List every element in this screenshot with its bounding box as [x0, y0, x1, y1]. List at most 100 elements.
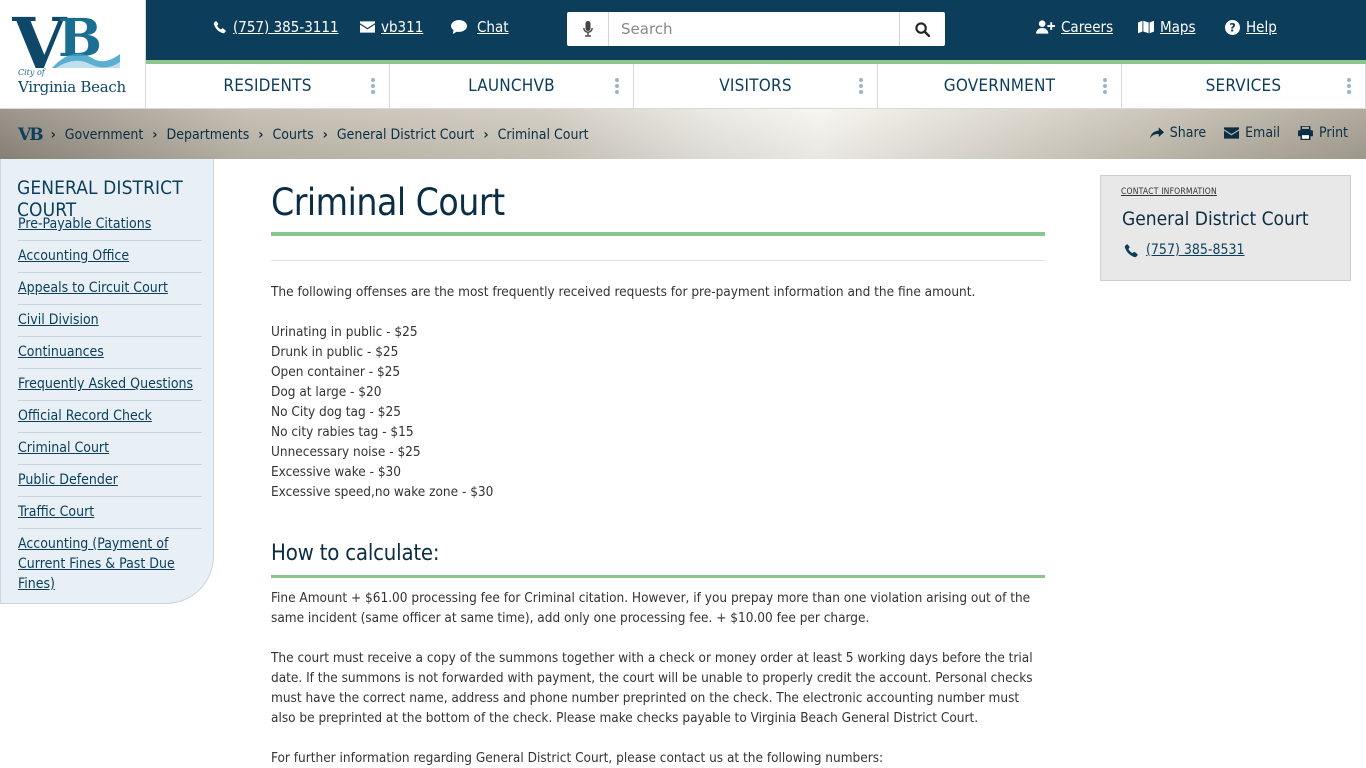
contact-card: CONTACT INFORMATION General District Cou…: [1100, 175, 1351, 281]
nav-item-services[interactable]: SERVICES: [1122, 64, 1366, 108]
maps-link-label: Maps: [1160, 18, 1196, 36]
envelope-icon: [1224, 127, 1240, 139]
payment-requirements-paragraph: The court must receive a copy of the sum…: [271, 650, 1033, 726]
envelope-icon: [360, 21, 375, 33]
sidebar-item-criminal-court[interactable]: Criminal Court: [18, 433, 202, 465]
breadcrumb-courts[interactable]: Courts: [273, 127, 314, 143]
share-button-label: Share: [1169, 125, 1207, 141]
section-sidebar: GENERAL DISTRICT COURT Pre-Payable Citat…: [0, 159, 214, 604]
sidebar-item-accounting-office[interactable]: Accounting Office: [18, 241, 202, 273]
breadcrumb-general-district-court[interactable]: General District Court: [337, 127, 474, 143]
sidebar-item-continuances[interactable]: Continuances: [18, 337, 202, 369]
chat-link-label: Chat: [477, 18, 509, 36]
sidebar-item-label: Civil Division: [18, 312, 99, 328]
sidebar-item-label: Frequently Asked Questions: [18, 376, 194, 392]
careers-link-label: Careers: [1061, 18, 1114, 36]
list-item: No City dog tag - $25: [271, 404, 401, 420]
nav-item-label: RESIDENTS: [223, 76, 312, 96]
intro-paragraph: The following offenses are the most freq…: [271, 284, 976, 300]
chat-bubble-icon: [451, 20, 467, 34]
list-item: Drunk in public - $25: [271, 344, 399, 360]
help-link[interactable]: ? Help: [1225, 18, 1277, 36]
phone-icon: [213, 21, 226, 34]
question-circle-icon: ?: [1225, 19, 1240, 35]
search-input[interactable]: [609, 12, 899, 46]
offense-list: Urinating in public - $25 Drunk in publi…: [271, 322, 1045, 502]
sidebar-item-public-defender[interactable]: Public Defender: [18, 465, 202, 497]
sidebar-item-label: Accounting Office: [18, 248, 130, 264]
search-icon: [915, 21, 930, 37]
voice-search-button[interactable]: [567, 12, 609, 46]
maps-link[interactable]: Maps: [1138, 18, 1196, 36]
contact-name: General District Court: [1122, 208, 1309, 230]
phone-link-label: (757) 385-3111: [233, 18, 339, 36]
contact-card-label[interactable]: CONTACT INFORMATION: [1121, 187, 1217, 197]
sidebar-item-label: Appeals to Circuit Court: [18, 280, 168, 296]
sidebar-item-appeals[interactable]: Appeals to Circuit Court: [18, 273, 202, 305]
site-logo[interactable]: V B City of Virginia Beach: [0, 0, 146, 109]
sidebar-menu: Pre-Payable Citations Accounting Office …: [18, 209, 202, 600]
contact-phone-number: (757) 385-8531: [1146, 242, 1245, 258]
chevron-right-icon: ›: [258, 127, 264, 143]
list-item: No city rabies tag - $15: [271, 424, 414, 440]
nav-item-visitors[interactable]: VISITORS: [634, 64, 878, 108]
chevron-right-icon: ›: [483, 127, 489, 143]
kebab-menu-icon[interactable]: [371, 78, 375, 94]
email-page-button[interactable]: Email: [1224, 125, 1280, 141]
home-crumb-logo[interactable]: VB: [18, 125, 44, 145]
breadcrumb: VB › Government › Departments › Courts ›…: [18, 125, 589, 145]
sidebar-item-accounting-payment[interactable]: Accounting (Payment of Current Fines & P…: [18, 529, 202, 600]
sidebar-item-label: Traffic Court: [18, 504, 95, 520]
nav-item-label: VISITORS: [719, 76, 792, 96]
contact-phone-link[interactable]: (757) 385-8531: [1124, 242, 1245, 258]
kebab-menu-icon[interactable]: [615, 78, 619, 94]
vb-logo-icon: V B: [12, 6, 120, 76]
sidebar-item-faq[interactable]: Frequently Asked Questions: [18, 369, 202, 401]
nav-item-launchvb[interactable]: LAUNCHVB: [390, 64, 634, 108]
nav-item-government[interactable]: GOVERNMENT: [878, 64, 1122, 108]
main-content: Criminal Court The following offenses ar…: [271, 159, 1045, 768]
list-item: Urinating in public - $25: [271, 324, 418, 340]
help-link-label: Help: [1246, 18, 1277, 36]
sidebar-item-civil-division[interactable]: Civil Division: [18, 305, 202, 337]
careers-link[interactable]: Careers: [1036, 18, 1113, 36]
calculation-paragraph: Fine Amount + $61.00 processing fee for …: [271, 590, 1031, 626]
microphone-icon: [582, 21, 593, 37]
sidebar-item-official-record-check[interactable]: Official Record Check: [18, 401, 202, 433]
section-heading: How to calculate:: [271, 541, 440, 566]
kebab-menu-icon[interactable]: [859, 78, 863, 94]
contact-intro-paragraph: For further information regarding Genera…: [271, 750, 884, 766]
email-link-label: vb311: [381, 18, 424, 36]
content-divider: [271, 260, 1045, 261]
page-tools: Share Email Print: [1149, 125, 1348, 141]
breadcrumb-departments[interactable]: Departments: [167, 127, 250, 143]
printer-icon: [1298, 126, 1314, 140]
section-divider: [271, 575, 1045, 578]
sidebar-item-traffic-court[interactable]: Traffic Court: [18, 497, 202, 529]
phone-link[interactable]: (757) 385-3111: [213, 18, 339, 36]
email-page-button-label: Email: [1245, 125, 1281, 141]
search-bar: [567, 12, 945, 46]
kebab-menu-icon[interactable]: [1347, 78, 1351, 94]
nav-item-residents[interactable]: RESIDENTS: [146, 64, 390, 108]
breadcrumb-banner: VB › Government › Departments › Courts ›…: [0, 109, 1366, 159]
main-navigation: RESIDENTS LAUNCHVB VISITORS GOVERNMENT S…: [146, 64, 1366, 109]
kebab-menu-icon[interactable]: [1103, 78, 1107, 94]
list-item: Excessive speed,no wake zone - $30: [271, 484, 494, 500]
sidebar-item-pre-payable-citations[interactable]: Pre-Payable Citations: [18, 209, 202, 241]
print-button[interactable]: Print: [1298, 125, 1348, 141]
list-item: Excessive wake - $30: [271, 464, 401, 480]
email-link[interactable]: vb311: [360, 18, 423, 36]
breadcrumb-government[interactable]: Government: [65, 127, 144, 143]
chevron-right-icon: ›: [152, 127, 158, 143]
chat-link[interactable]: Chat: [451, 18, 509, 36]
page-title: Criminal Court: [271, 181, 505, 224]
share-button[interactable]: Share: [1149, 125, 1207, 141]
user-plus-icon: [1036, 20, 1055, 34]
sidebar-item-label: Continuances: [18, 344, 104, 360]
nav-item-label: SERVICES: [1205, 76, 1282, 96]
list-item: Unnecessary noise - $25: [271, 444, 421, 460]
print-button-label: Print: [1319, 125, 1348, 141]
search-submit-button[interactable]: [899, 12, 945, 46]
nav-item-label: GOVERNMENT: [943, 76, 1056, 96]
